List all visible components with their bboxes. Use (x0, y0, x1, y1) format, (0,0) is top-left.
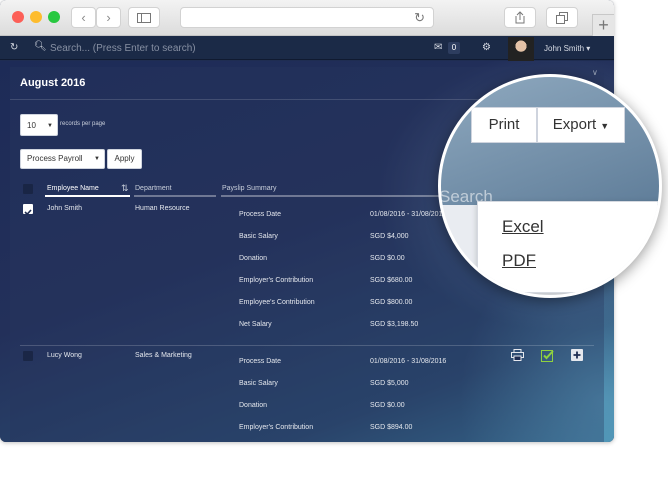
records-per-page-label: records per page (60, 121, 106, 127)
search-input[interactable] (50, 40, 350, 56)
minimize-window-button[interactable] (30, 11, 42, 23)
payslip-value: SGD $5,000 (370, 380, 409, 387)
back-button[interactable]: ‹ (71, 7, 96, 28)
share-button[interactable] (504, 7, 536, 28)
header-underline-active (45, 195, 130, 197)
tabs-icon (556, 12, 568, 24)
payslip-value: 01/08/2016 - 31/08/2016 (370, 358, 447, 365)
export-label: Export (552, 116, 597, 133)
maximize-window-button[interactable] (48, 11, 60, 23)
header-department[interactable]: Department (135, 185, 172, 192)
new-tab-button[interactable]: + (592, 14, 614, 36)
page-title: August 2016 (20, 77, 86, 89)
forward-button[interactable]: › (96, 7, 121, 28)
employee-department: Sales & Marketing (135, 352, 192, 359)
payslip-value: SGD $680.00 (370, 277, 413, 284)
payslip-label: Employer's Contribution (239, 277, 314, 284)
user-menu[interactable]: John Smith ▾ (544, 44, 590, 53)
chevron-down-icon: ▼ (94, 156, 100, 162)
user-avatar[interactable] (508, 37, 534, 61)
chevron-down-icon: ▼ (600, 121, 610, 131)
browser-toolbar: ‹ › ↻ (0, 0, 614, 36)
row-checkbox-checked[interactable] (23, 204, 33, 216)
payslip-value: SGD $894.00 (370, 424, 413, 431)
header-employee-name[interactable]: Employee Name (47, 185, 99, 192)
share-icon (515, 11, 525, 24)
payslip-label: Process Date (239, 358, 282, 365)
apply-button[interactable]: Apply (107, 149, 142, 169)
records-per-page-value: 10 (27, 121, 36, 130)
address-bar[interactable]: ↻ (180, 7, 434, 28)
mail-icon[interactable]: ✉ (434, 42, 442, 53)
payslip-value: SGD $0.00 (370, 402, 405, 409)
payslip-value: SGD $3,198.50 (370, 321, 419, 328)
select-all-checkbox[interactable] (23, 184, 33, 194)
export-button[interactable]: Export ▼ (537, 107, 625, 143)
payslip-value: 01/08/2016 - 31/08/2016 (370, 211, 447, 218)
payslip-label: Donation (239, 255, 268, 262)
add-icon[interactable] (570, 349, 584, 363)
sidebar-icon (137, 13, 151, 23)
sort-icon[interactable]: ⇅ (121, 183, 129, 194)
sidebar-toggle-button[interactable] (128, 7, 160, 28)
employee-name[interactable]: Lucy Wong (47, 352, 82, 359)
employee-department: Human Resource (135, 205, 190, 212)
records-per-page-select[interactable]: 10 ▼ (20, 114, 58, 136)
bulk-action-value: Process Payroll (27, 154, 83, 163)
payslip-label: Basic Salary (239, 233, 278, 240)
print-button[interactable]: Print (471, 107, 537, 143)
payslip-value: SGD $0.00 (370, 255, 405, 262)
approve-check-icon[interactable] (540, 349, 554, 363)
bulk-action-select[interactable]: Process Payroll ▼ (20, 149, 105, 169)
mail-count-badge: 0 (448, 42, 460, 54)
export-option-excel[interactable]: Excel (502, 217, 544, 237)
refresh-icon[interactable]: ↻ (10, 42, 18, 53)
payslip-label: Net Salary (239, 321, 272, 328)
settings-gear-icon[interactable]: ⚙ (482, 42, 491, 53)
export-option-pdf[interactable]: PDF (502, 251, 536, 271)
tabs-overview-button[interactable] (546, 7, 578, 28)
header-underline (134, 195, 216, 197)
payslip-label: Basic Salary (239, 380, 278, 387)
payslip-value: SGD $4,000 (370, 233, 409, 240)
magnifier-callout: Search Print Export ▼ Excel PDF (438, 74, 662, 298)
chevron-down-icon: ▾ (586, 44, 591, 53)
print-icon[interactable] (510, 349, 524, 363)
export-dropdown-menu: Excel PDF (477, 201, 659, 293)
payslip-label: Process Date (239, 211, 282, 218)
chevron-down-icon: ▼ (47, 123, 53, 129)
payslip-label: Donation (239, 402, 268, 409)
employee-name[interactable]: John Smith (47, 205, 82, 212)
row-divider (20, 345, 594, 346)
check-icon (24, 209, 32, 216)
row-checkbox[interactable] (23, 351, 33, 361)
header-payslip-summary: Payslip Summary (222, 185, 277, 192)
payslip-label: Employer's Contribution (239, 424, 314, 431)
payslip-value: SGD $800.00 (370, 299, 413, 306)
user-name: John Smith (544, 44, 585, 53)
payslip-label: Employee's Contribution (239, 299, 315, 306)
collapse-chevron-icon[interactable]: ∨ (592, 68, 598, 77)
reload-icon[interactable]: ↻ (414, 10, 425, 26)
close-window-button[interactable] (12, 11, 24, 23)
search-icon: 🔍︎ (34, 41, 47, 52)
